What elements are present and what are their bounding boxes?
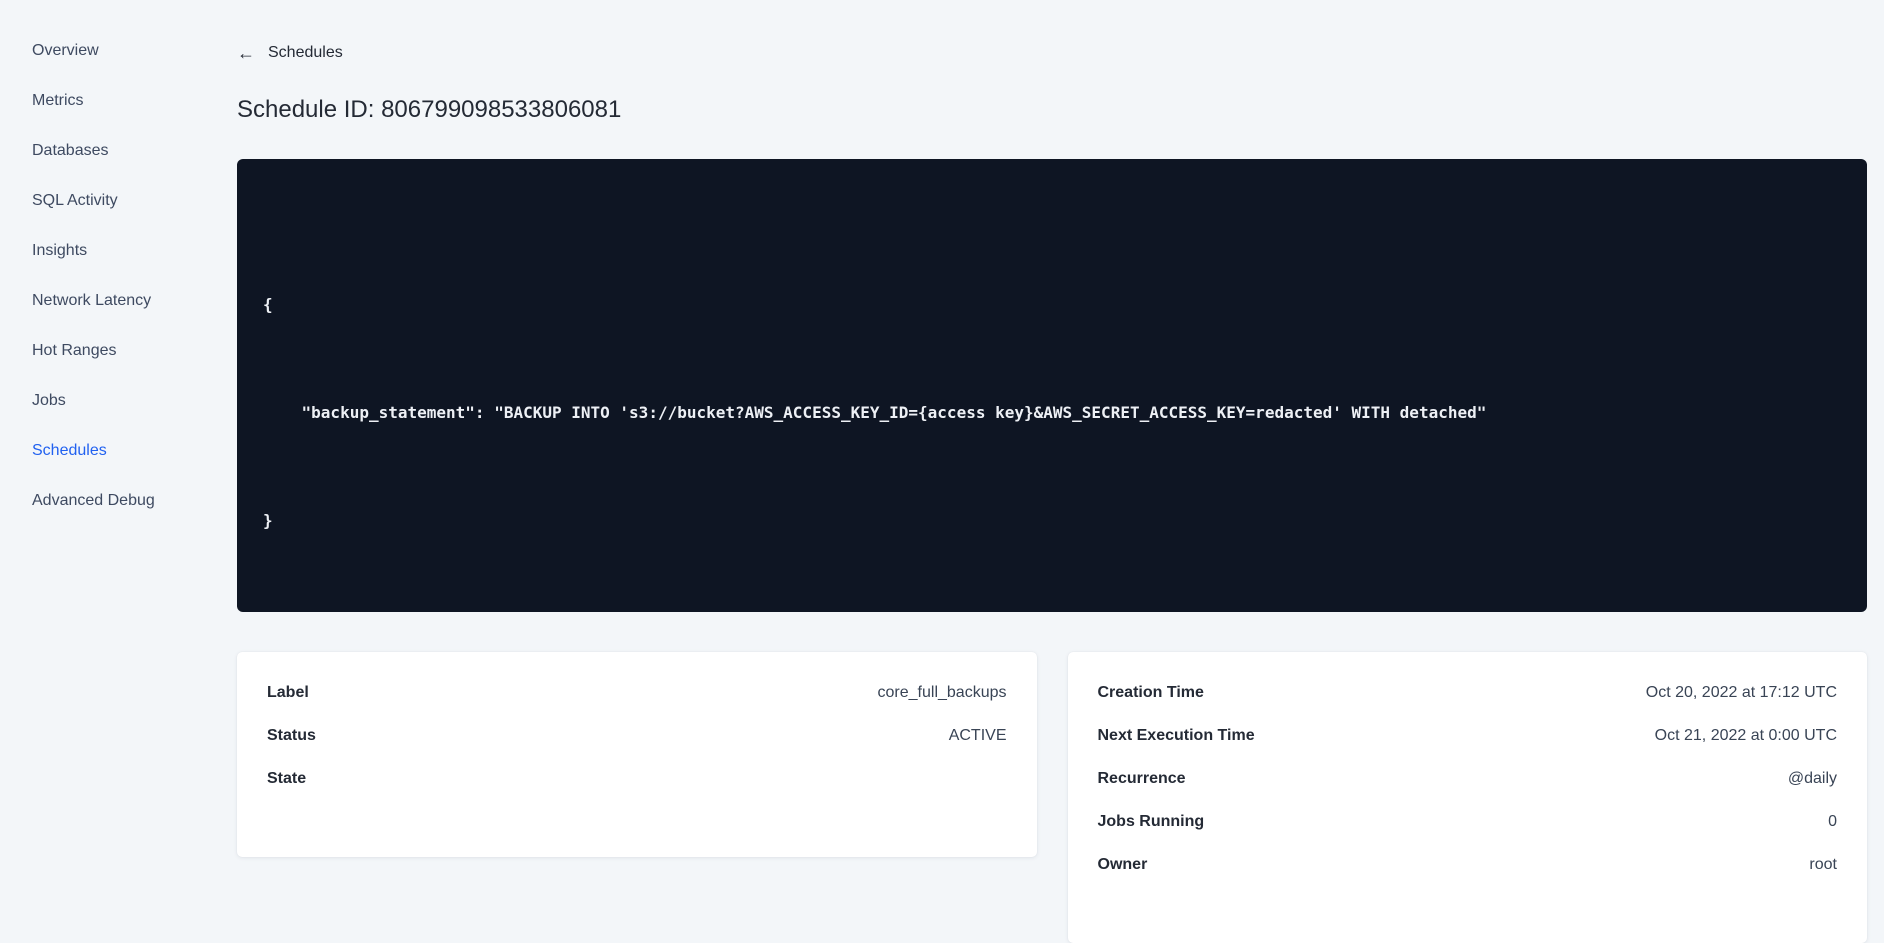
sidebar-item[interactable]: SQL Activity [32,190,210,212]
back-arrow-icon: ← [237,42,255,64]
sidebar-item[interactable]: Databases [32,140,210,162]
detail-row: Jobs Running 0 [1098,811,1838,832]
detail-value: core_full_backups [878,682,1007,703]
detail-value: ACTIVE [949,725,1007,746]
sidebar-item[interactable]: Metrics [32,90,210,112]
main-content: ← Schedules Schedule ID: 806799098533806… [237,0,1867,943]
detail-label: State [267,768,306,789]
sidebar-item[interactable]: Insights [32,240,210,262]
detail-row: Next Execution Time Oct 21, 2022 at 0:00… [1098,725,1838,746]
backup-statement-code-block: { "backup_statement": "BACKUP INTO 's3:/… [237,159,1867,612]
detail-row: Status ACTIVE [267,725,1007,746]
back-link-schedules[interactable]: ← Schedules [237,42,343,64]
sidebar-item[interactable]: Advanced Debug [32,490,210,512]
detail-label: Creation Time [1098,682,1204,703]
code-line: } [263,507,1841,534]
sidebar: Overview Metrics Databases SQL Activity … [0,0,210,613]
detail-label: Owner [1098,854,1148,875]
detail-row: Recurrence @daily [1098,768,1838,789]
detail-row: Label core_full_backups [267,682,1007,703]
detail-label: Label [267,682,309,703]
sidebar-item[interactable]: Network Latency [32,290,210,312]
sidebar-item[interactable]: Jobs [32,390,210,412]
detail-label: Jobs Running [1098,811,1205,832]
detail-value: 0 [1828,811,1837,832]
sidebar-item[interactable]: Schedules [32,440,210,462]
detail-value: Oct 21, 2022 at 0:00 UTC [1655,725,1837,746]
detail-label: Status [267,725,316,746]
detail-cards-row: Label core_full_backups Status ACTIVE St… [237,652,1867,943]
detail-label: Recurrence [1098,768,1186,789]
execution-details-card: Creation Time Oct 20, 2022 at 17:12 UTC … [1068,652,1868,943]
detail-value: Oct 20, 2022 at 17:12 UTC [1646,682,1837,703]
sidebar-item[interactable]: Overview [32,40,210,62]
page-title: Schedule ID: 806799098533806081 [237,93,1867,126]
detail-label: Next Execution Time [1098,725,1255,746]
back-link-label: Schedules [268,42,343,64]
detail-row: Creation Time Oct 20, 2022 at 17:12 UTC [1098,682,1838,703]
detail-row: Owner root [1098,854,1838,875]
detail-value: @daily [1788,768,1837,789]
sidebar-item[interactable]: Hot Ranges [32,340,210,362]
code-line: "backup_statement": "BACKUP INTO 's3://b… [263,399,1841,426]
schedule-details-card: Label core_full_backups Status ACTIVE St… [237,652,1037,857]
detail-row: State [267,768,1007,789]
code-line: { [263,291,1841,318]
detail-value: root [1809,854,1837,875]
